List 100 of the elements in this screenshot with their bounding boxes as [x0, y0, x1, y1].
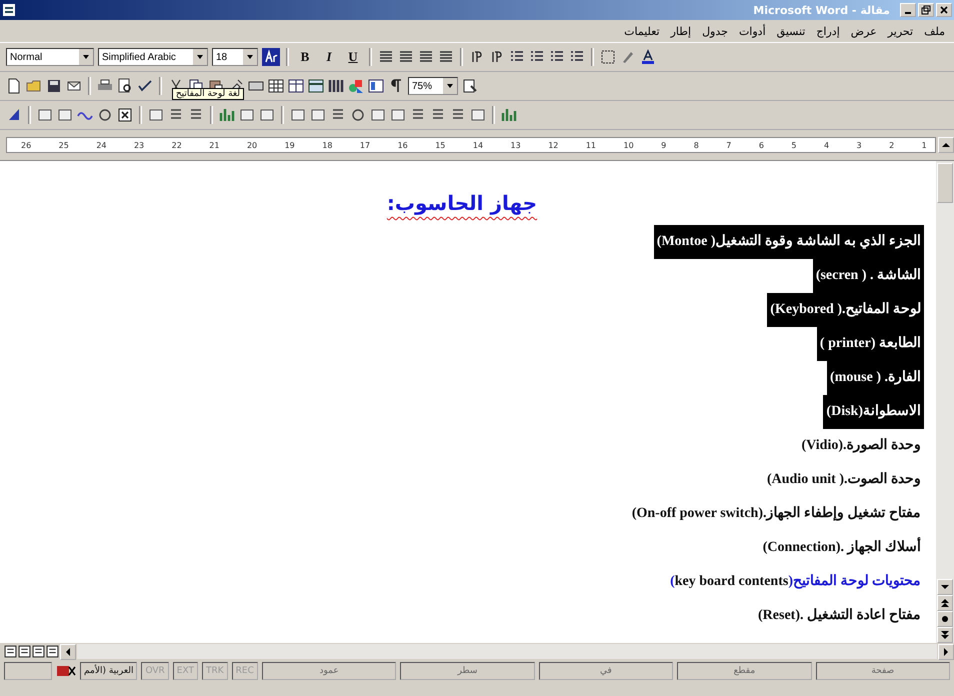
menu-item[interactable]: تعليمات — [623, 24, 661, 38]
mode-indicator: TRK — [202, 662, 228, 680]
status-field: سطر — [400, 662, 535, 680]
ruler-number: 17 — [360, 140, 370, 150]
font-style-icon[interactable] — [262, 48, 280, 66]
chart-icon[interactable] — [501, 107, 517, 123]
ruler-number: 19 — [284, 140, 295, 150]
square-icon[interactable] — [57, 107, 73, 123]
ruler-number: 11 — [586, 140, 596, 150]
menu-item[interactable]: تحرير — [886, 24, 914, 38]
view-button-icon[interactable] — [32, 645, 45, 658]
scroll-left-button[interactable] — [60, 644, 76, 660]
minimize-button[interactable] — [900, 3, 916, 17]
menu-item[interactable]: جدول — [701, 24, 729, 38]
triangle-icon[interactable] — [6, 107, 22, 123]
previous-page-button[interactable] — [937, 595, 953, 611]
status-field: صفحة — [816, 662, 950, 680]
caret-icon[interactable] — [193, 49, 207, 65]
spreadsheet-icon[interactable] — [308, 78, 324, 94]
font-color-icon[interactable] — [640, 49, 656, 65]
print-preview-icon[interactable] — [117, 78, 133, 94]
status-field: في — [538, 662, 674, 680]
status-field: عمود — [262, 662, 396, 680]
word-app-icon — [2, 3, 16, 17]
ruler-number: 14 — [472, 140, 484, 150]
save-icon[interactable] — [46, 78, 62, 94]
double-up-arrow-icon — [941, 599, 949, 607]
new-document-icon[interactable] — [6, 78, 22, 94]
restore-button[interactable] — [918, 3, 934, 17]
vertical-scrollbar[interactable] — [936, 161, 954, 643]
table-icon[interactable] — [268, 78, 284, 94]
pilcrow-icon[interactable] — [388, 78, 404, 94]
ruler-number: 25 — [58, 140, 69, 150]
drawing-icon[interactable] — [348, 78, 364, 94]
scroll-thumb[interactable] — [937, 163, 953, 203]
ruler-number: 4 — [824, 140, 830, 150]
caret-icon[interactable] — [443, 78, 457, 94]
ruler-number: 22 — [172, 140, 182, 150]
menu-item[interactable]: أدوات — [738, 24, 767, 38]
menu-item[interactable]: إدراج — [815, 24, 841, 38]
square-icon[interactable] — [239, 107, 255, 123]
next-page-button[interactable] — [937, 627, 953, 643]
square-icon[interactable] — [470, 107, 486, 123]
square-icon[interactable] — [148, 107, 164, 123]
ruler-number: 12 — [548, 140, 558, 150]
square-icon[interactable] — [259, 107, 275, 123]
tooltip: لغة لوحة المفاتيح — [172, 88, 244, 100]
ruler-number: 10 — [624, 140, 634, 150]
circle-icon[interactable] — [350, 107, 366, 123]
ruler-number: 1 — [922, 140, 927, 150]
document-map-icon[interactable] — [368, 78, 384, 94]
border-icon[interactable] — [600, 49, 616, 65]
ruler-number: 26 — [21, 140, 32, 150]
scroll-down-button[interactable] — [937, 579, 953, 595]
square-icon[interactable] — [390, 107, 406, 123]
caret-icon[interactable] — [243, 49, 257, 65]
ruler-number: 6 — [758, 140, 764, 150]
horizontal-scrollbar[interactable] — [77, 644, 937, 659]
square-icon[interactable] — [290, 107, 306, 123]
scroll-right-button[interactable] — [938, 644, 954, 660]
mode-indicator: REC — [232, 662, 258, 680]
bold-button[interactable]: B — [295, 47, 315, 67]
ruler-number: 21 — [209, 140, 220, 150]
ruler-number: 24 — [96, 140, 106, 150]
dot-icon — [941, 615, 949, 623]
caret-icon[interactable] — [79, 49, 93, 65]
grid-icon[interactable] — [288, 78, 304, 94]
view-button-icon[interactable] — [46, 645, 59, 658]
open-folder-icon[interactable] — [26, 78, 42, 94]
menu-item[interactable]: تنسيق — [776, 24, 806, 38]
italic-button[interactable]: I — [319, 47, 339, 67]
square-icon[interactable] — [370, 107, 386, 123]
browse-object-button[interactable] — [937, 611, 953, 627]
spelling-icon[interactable] — [137, 78, 153, 94]
ruler-number: 5 — [791, 140, 796, 150]
scroll-up-button[interactable] — [938, 137, 954, 153]
underline-button[interactable]: U — [343, 47, 363, 67]
document-heading: جهاز الحاسوب: — [386, 191, 538, 215]
help-icon[interactable] — [462, 78, 478, 94]
minimize-icon — [905, 12, 911, 14]
ruler-number: 23 — [134, 140, 144, 150]
square-icon[interactable] — [310, 107, 326, 123]
mode-indicator: EXT — [172, 662, 198, 680]
menu-item[interactable]: ملف — [923, 24, 946, 38]
view-button-icon[interactable] — [18, 645, 31, 658]
chart-icon[interactable] — [219, 107, 235, 123]
ruler-number: 8 — [694, 140, 699, 150]
ruler-number: 3 — [856, 140, 862, 150]
square-icon[interactable] — [37, 107, 53, 123]
menu-item[interactable]: إطار — [670, 24, 692, 38]
up-arrow-icon — [942, 141, 950, 149]
x-box-icon[interactable] — [117, 107, 133, 123]
ruler-number: 7 — [726, 140, 732, 150]
status-field: مقطع — [677, 662, 812, 680]
columns-icon[interactable] — [328, 78, 344, 94]
circle-icon[interactable] — [97, 107, 113, 123]
ruler-number: 20 — [246, 140, 258, 150]
menu-item[interactable]: عرض — [850, 24, 878, 38]
view-button-icon[interactable] — [4, 645, 17, 658]
close-button[interactable] — [936, 3, 952, 17]
